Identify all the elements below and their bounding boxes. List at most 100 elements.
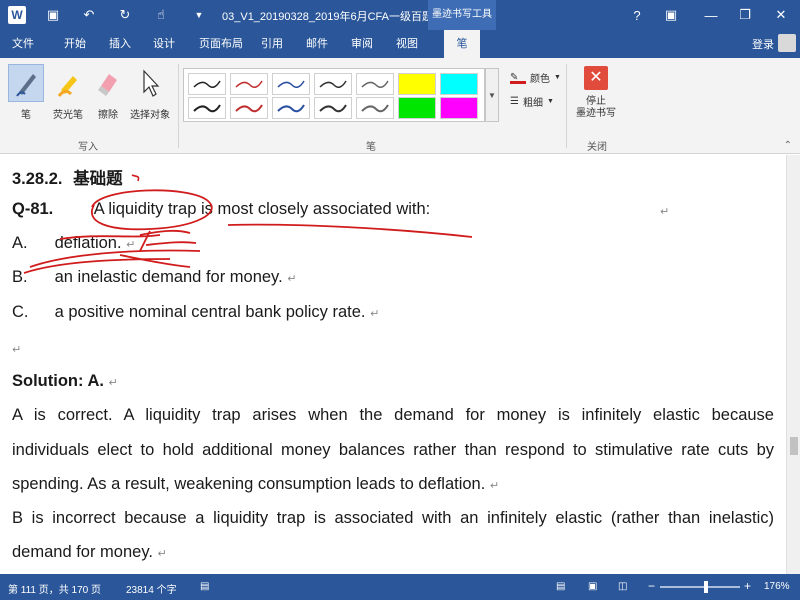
restore-button[interactable]: ❐: [728, 0, 762, 30]
ink-stroke: [119, 254, 191, 268]
redo-icon[interactable]: ↻: [116, 6, 134, 24]
pen-style-gallery: [183, 68, 485, 122]
help-button[interactable]: ?: [620, 0, 654, 30]
group-label-pens: 笔: [366, 142, 376, 153]
pen-swatch[interactable]: [272, 97, 310, 119]
avatar[interactable]: [778, 34, 796, 52]
ribbon-tab-bar: 文件 开始 插入 设计 页面布局 引用 邮件 审阅 视图 笔 登录: [0, 30, 800, 58]
highlighter-tool-button[interactable]: 荧光笔: [48, 64, 88, 121]
tab-insert[interactable]: 插入: [109, 35, 131, 51]
option-letter: C.: [12, 303, 29, 321]
pen-swatch[interactable]: [314, 73, 352, 95]
option-a: A. deflation. ↵: [12, 234, 135, 253]
ink-stroke: [139, 230, 151, 252]
title-bar: W ▣ ↶ ↻ ☝ ▼ 03_V1_20190328_2019年6月CFA一级百…: [0, 0, 800, 30]
ribbon-display-options-icon[interactable]: ▣: [654, 0, 688, 30]
chevron-down-icon: ▼: [546, 98, 554, 105]
option-letter: B.: [12, 268, 28, 286]
tab-references[interactable]: 引用: [261, 35, 283, 51]
close-button[interactable]: ✕: [764, 0, 798, 30]
option-text: an inelastic demand for money.: [54, 268, 283, 286]
question-line: Q-81. A liquidity trap is most closely a…: [12, 200, 430, 219]
group-label-write: 写入: [78, 142, 98, 153]
stop-inking-button[interactable]: ✕ 停止 墨迹书写: [576, 64, 616, 120]
paragraph-mark: ↵: [660, 206, 670, 218]
login-link[interactable]: 登录: [752, 36, 774, 52]
tab-file[interactable]: 文件: [0, 30, 46, 58]
pen-tool-label: 笔: [21, 110, 31, 121]
status-bar: 第 111 页，共 170 页 23814 个字 ▤ ▤ ▣ ◫ − + 176…: [0, 574, 800, 600]
minimize-button[interactable]: —: [694, 0, 728, 30]
ink-color-label: 颜色: [530, 74, 550, 85]
ink-weight-dropdown[interactable]: ☰ 粗细 ▼: [510, 94, 554, 109]
document-page[interactable]: 3.28.2. 基础题 Q-81. A liquidity trap is mo…: [0, 155, 786, 574]
tab-layout[interactable]: 页面布局: [199, 35, 243, 51]
ink-color-icon: ✎: [510, 72, 526, 84]
highlighter-swatch-yellow[interactable]: [398, 73, 436, 95]
pen-swatch[interactable]: [272, 73, 310, 95]
option-b: B. an inelastic demand for money. ↵: [12, 268, 296, 287]
gallery-more-icon[interactable]: ▼: [485, 68, 499, 122]
section-heading: 3.28.2. 基础题: [12, 165, 123, 189]
ribbon-divider: [566, 64, 567, 148]
question-text: A liquidity trap is most closely associa…: [93, 200, 431, 218]
tab-design[interactable]: 设计: [153, 35, 175, 51]
word-count[interactable]: 23814 个字: [126, 581, 177, 596]
vertical-scrollbar[interactable]: [786, 155, 800, 574]
pen-swatch[interactable]: [188, 97, 226, 119]
ribbon-pens: 笔 荧光笔 擦除 选择对象 写入 ▼ 笔 ✎ 颜色 ▼ ☰ 粗细 ▼ ✕ 停止 …: [0, 58, 800, 154]
tab-home[interactable]: 开始: [64, 35, 86, 51]
option-letter: A.: [12, 234, 28, 252]
highlighter-swatch-cyan[interactable]: [440, 73, 478, 95]
option-text: deflation.: [54, 234, 122, 252]
scrollbar-thumb[interactable]: [790, 437, 798, 455]
question-number: Q-81.: [12, 200, 54, 218]
print-layout-icon[interactable]: ▣: [588, 581, 597, 592]
zoom-level[interactable]: 176%: [764, 581, 790, 592]
zoom-out-button[interactable]: −: [648, 579, 655, 593]
highlighter-swatch-magenta[interactable]: [440, 97, 478, 119]
group-label-close: 关闭: [587, 142, 607, 153]
select-objects-button[interactable]: 选择对象: [128, 64, 172, 121]
touch-mode-icon[interactable]: ☝: [152, 6, 170, 24]
cursor-arrow-icon: [132, 64, 168, 102]
pen-swatch[interactable]: [356, 73, 394, 95]
read-mode-icon[interactable]: ▤: [556, 581, 565, 592]
section-title: 基础题: [73, 170, 123, 188]
read-mode-status-icon[interactable]: ▤: [200, 581, 209, 592]
save-icon[interactable]: ▣: [44, 6, 62, 24]
ink-weight-label: 粗细: [522, 98, 543, 109]
line-weight-icon: ☰: [510, 96, 519, 107]
ribbon-divider: [178, 64, 179, 148]
close-icon: ✕: [584, 66, 608, 90]
pen-swatch[interactable]: [188, 73, 226, 95]
tab-review[interactable]: 审阅: [351, 35, 373, 51]
pen-swatch[interactable]: [230, 73, 268, 95]
page-count[interactable]: 第 111 页，共 170 页: [8, 581, 101, 596]
pen-swatch[interactable]: [230, 97, 268, 119]
eraser-icon: [90, 64, 126, 102]
collapse-ribbon-icon[interactable]: ⌃: [784, 140, 792, 151]
pen-swatch[interactable]: [314, 97, 352, 119]
word-logo-icon: W: [8, 6, 26, 24]
undo-icon[interactable]: ↶: [80, 6, 98, 24]
pen-tool-button[interactable]: 笔: [6, 64, 46, 121]
tab-mailings[interactable]: 邮件: [306, 35, 328, 51]
zoom-slider[interactable]: [660, 586, 740, 588]
web-layout-icon[interactable]: ◫: [618, 581, 627, 592]
pen-swatch[interactable]: [356, 97, 394, 119]
tab-pens[interactable]: 笔: [444, 30, 480, 58]
tab-view[interactable]: 视图: [396, 35, 418, 51]
customize-toolbar-icon[interactable]: ▼: [190, 6, 208, 24]
ink-color-dropdown[interactable]: ✎ 颜色 ▼: [510, 70, 561, 85]
zoom-in-button[interactable]: +: [744, 579, 751, 593]
ink-stroke: [145, 241, 197, 246]
highlighter-swatch-green[interactable]: [398, 97, 436, 119]
explanation-line: spending. As a result, weakening consump…: [12, 475, 499, 494]
zoom-slider-thumb[interactable]: [704, 581, 708, 593]
explanation-line: A is correct. A liquidity trap arises wh…: [12, 406, 774, 424]
highlighter-icon: [50, 64, 86, 102]
eraser-tool-button[interactable]: 擦除: [88, 64, 128, 121]
select-objects-label: 选择对象: [130, 110, 170, 121]
paragraph-mark: ↵: [370, 308, 380, 320]
